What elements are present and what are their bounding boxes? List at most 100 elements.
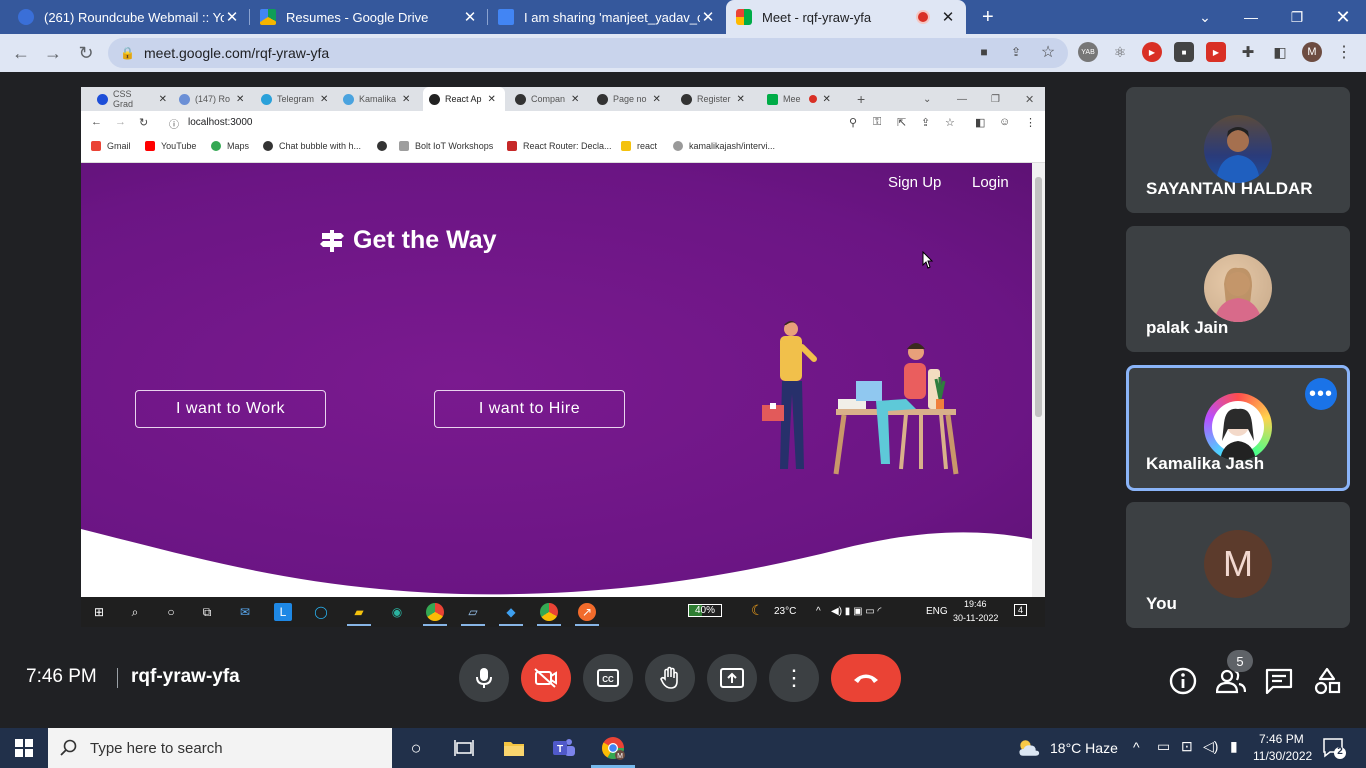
shared-close: ✕ — [1025, 93, 1035, 106]
info-icon — [1169, 667, 1197, 695]
shared-tab: Register ✕ — [675, 87, 757, 111]
react-devtools-icon[interactable]: ⚛ — [1110, 42, 1130, 62]
close-tab-icon[interactable]: ✕ — [700, 8, 716, 26]
bookmark: Gmail — [91, 141, 131, 151]
browser-tab-active[interactable]: Meet - rqf-yraw-yfa ✕ — [726, 0, 966, 34]
shared-scrollbar — [1032, 163, 1045, 597]
want-to-work-button: I want to Work — [135, 390, 326, 428]
mouse-cursor-icon — [922, 251, 934, 269]
weather-text: 23°C — [774, 606, 797, 617]
video-extension-icon[interactable]: ▶ — [1206, 42, 1226, 62]
participant-tile-active[interactable]: ••• Kamalika Jash — [1126, 365, 1350, 491]
task-view-icon: ⧉ — [202, 604, 212, 619]
shared-taskbar: ⊞ ⌕ ○ ⧉ ✉ L ◯ ▰ ◉ ▱ ◆ ↗ 40% ☾ 23°C ^ ◀) … — [81, 597, 1045, 627]
shared-sidepanel-icon: ◧ — [975, 117, 986, 129]
more-options-icon[interactable]: ••• — [1305, 378, 1337, 410]
shared-avatar: ☺ — [999, 116, 1011, 128]
close-tab-icon[interactable]: ✕ — [462, 8, 478, 26]
cortana-button[interactable]: ○ — [404, 736, 428, 760]
participant-tile[interactable]: palak Jain — [1126, 226, 1350, 352]
bookmark: Chat bubble with h... — [263, 141, 361, 151]
show-hidden-icons[interactable]: ^ — [1133, 739, 1140, 755]
leave-call-button[interactable] — [831, 654, 901, 702]
profile-avatar[interactable]: M — [1302, 42, 1322, 62]
volume-icon[interactable]: ◁) — [1203, 738, 1218, 755]
shared-tab: Telegram ✕ — [255, 87, 337, 111]
tab-search-icon[interactable]: ⌄ — [1182, 0, 1228, 34]
shared-tab: CSS Grad ✕ — [91, 87, 173, 111]
notification-center-button[interactable]: 2 — [1322, 736, 1346, 760]
bookmark — [377, 141, 393, 151]
shared-reload-icon: ↻ — [139, 117, 149, 129]
present-screen-button[interactable] — [707, 654, 757, 702]
restore-button[interactable]: ❐ — [1274, 0, 1320, 34]
bookmark-star-icon[interactable]: ☆ — [1038, 42, 1058, 62]
captions-button[interactable]: CC — [583, 654, 633, 702]
participant-tile-self[interactable]: M You — [1126, 502, 1350, 628]
chrome-taskbar-button[interactable]: M — [591, 736, 635, 768]
task-view-button[interactable] — [452, 736, 476, 760]
taskbar-search-box[interactable]: Type here to search — [48, 728, 392, 768]
chat-button[interactable] — [1264, 666, 1294, 696]
shared-bookmarks-bar: Gmail YouTube Maps Chat bubble with h...… — [81, 135, 1045, 163]
google-drive-icon — [260, 9, 276, 25]
edge-icon: ◉ — [391, 605, 403, 619]
yab-extension-icon[interactable]: YAB — [1078, 42, 1098, 62]
file-explorer-button[interactable] — [502, 736, 526, 760]
svg-text:T: T — [557, 744, 563, 755]
shared-tab: (147) Ro ✕ — [173, 87, 255, 111]
microphone-tray-icon[interactable]: ▮ — [1230, 738, 1238, 755]
close-tab-icon[interactable]: ✕ — [224, 8, 240, 26]
chrome-icon: M — [602, 737, 625, 760]
extensions-puzzle-icon[interactable]: ✚ — [1238, 42, 1258, 62]
shared-star-icon: ☆ — [945, 117, 955, 129]
teams-button[interactable]: T — [552, 736, 576, 760]
forward-icon[interactable]: → — [42, 42, 64, 64]
browser-tab[interactable]: Resumes - Google Drive ✕ — [250, 0, 488, 34]
lock-icon: 🔒 — [120, 46, 135, 60]
network-icon[interactable]: ⊡ — [1181, 738, 1193, 755]
new-tab-button[interactable]: + — [972, 0, 1002, 34]
taskbar-time[interactable]: 7:46 PM — [1259, 732, 1304, 746]
windows-start-icon: ⊞ — [93, 605, 105, 619]
share-icon[interactable]: ⇪ — [1006, 42, 1026, 62]
browser-tab[interactable]: I am sharing 'manjeet_yadav_cv3 ✕ — [488, 0, 726, 34]
site-brand: Get the Way — [319, 226, 497, 255]
clock-time: 19:46 — [964, 599, 987, 609]
microphone-button[interactable] — [459, 654, 509, 702]
notification-count: 2 — [1337, 746, 1343, 757]
google-docs-icon — [498, 9, 514, 25]
battery-icon[interactable]: ▭ — [1157, 738, 1170, 755]
url-bar[interactable]: 🔒 meet.google.com/rqf-yraw-yfa — [108, 38, 1068, 68]
camera-off-button[interactable] — [521, 654, 571, 702]
shared-tab-strip: CSS Grad ✕ (147) Ro ✕ Telegram ✕ Kamalika ✕ … — [81, 87, 1045, 111]
close-window-button[interactable]: ✕ — [1320, 0, 1366, 34]
close-tab-icon[interactable]: ✕ — [940, 8, 956, 26]
moon-weather-icon: ☾ — [751, 602, 764, 618]
roundcube-icon — [18, 9, 34, 25]
windows-start-button[interactable] — [12, 736, 36, 760]
raise-hand-button[interactable] — [645, 654, 695, 702]
side-panel-icon[interactable]: ◧ — [1270, 42, 1290, 62]
shared-tab: Mee ✕ — [761, 87, 843, 111]
browser-tab[interactable]: (261) Roundcube Webmail :: Your ✕ — [8, 0, 250, 34]
windows-logo-icon — [15, 739, 33, 757]
meeting-details-button[interactable] — [1168, 666, 1198, 696]
taskbar-date[interactable]: 11/30/2022 — [1253, 749, 1312, 763]
signup-link: Sign Up — [888, 174, 942, 191]
back-icon[interactable]: ← — [10, 42, 32, 64]
minimize-button[interactable]: — — [1228, 0, 1274, 34]
weather-icon[interactable] — [1016, 736, 1040, 760]
activities-button[interactable] — [1312, 666, 1342, 696]
participant-name: SAYANTAN HALDAR — [1146, 179, 1313, 198]
camera-icon[interactable]: ■ — [974, 42, 994, 62]
participant-tile[interactable]: SAYANTAN HALDAR — [1126, 87, 1350, 213]
chrome-menu-icon[interactable]: ⋮ — [1334, 42, 1354, 62]
more-options-button[interactable]: ⋮ — [769, 654, 819, 702]
meeting-code: rqf-yraw-yfa — [131, 666, 240, 687]
screen-extension-icon[interactable]: ■ — [1174, 42, 1194, 62]
recording-icon — [918, 12, 928, 22]
recorder-extension-icon[interactable]: ▶ — [1142, 42, 1162, 62]
shared-screen: CSS Grad ✕ (147) Ro ✕ Telegram ✕ Kamalika ✕ … — [81, 87, 1045, 627]
reload-icon[interactable]: ↻ — [75, 42, 97, 64]
